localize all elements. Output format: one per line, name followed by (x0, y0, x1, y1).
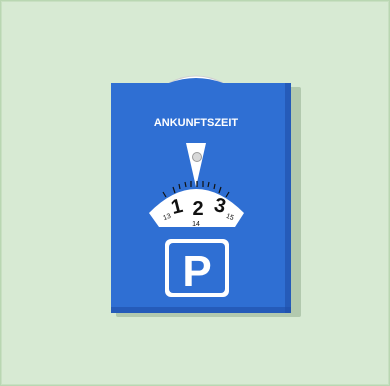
disc-heading: ANKUNFTSZEIT (154, 117, 239, 129)
parking-disc-illustration: ANKUNFTSZEIT 1 2 3 13 14 15 P (111, 75, 301, 317)
card-right-edge (285, 83, 291, 313)
dial-number-2: 2 (192, 198, 203, 220)
card-bottom-edge (111, 307, 291, 313)
parking-sign-letter: P (182, 247, 211, 296)
dial-small-14: 14 (192, 221, 200, 228)
pointer-rivet (192, 152, 202, 162)
canvas: ANKUNFTSZEIT 1 2 3 13 14 15 P (0, 0, 390, 386)
